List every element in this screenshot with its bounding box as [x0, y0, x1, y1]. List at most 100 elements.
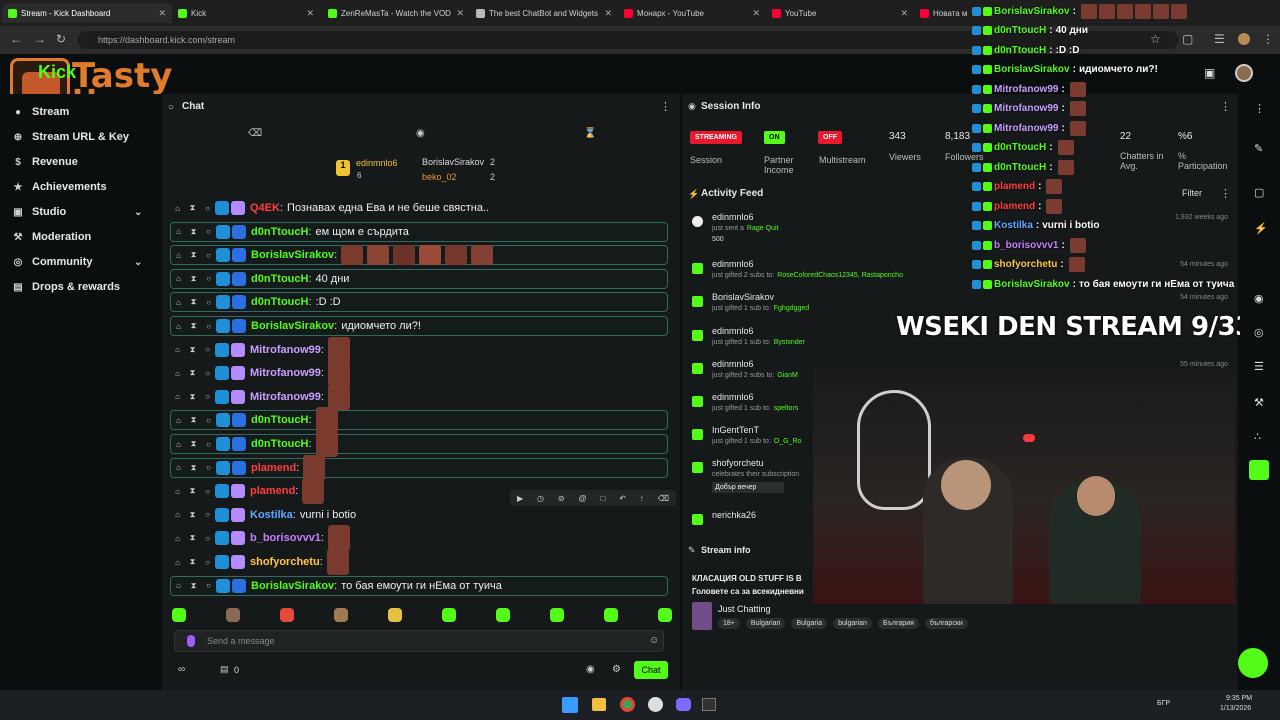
- chat-username[interactable]: Mitrofanow99: [250, 344, 321, 356]
- chat-username[interactable]: d0nTtoucH: [251, 296, 308, 308]
- stream-tag[interactable]: България: [877, 618, 919, 629]
- sidebar-item[interactable]: $ Revenue: [12, 156, 152, 168]
- tab-close-icon[interactable]: ✕: [900, 8, 908, 19]
- message-ban-icon[interactable]: ○: [200, 558, 215, 567]
- chrome-icon[interactable]: [620, 697, 635, 712]
- message-timeout-icon[interactable]: ⧗: [185, 533, 200, 543]
- activity-user[interactable]: edinmnlo6: [712, 359, 754, 369]
- message-timeout-icon[interactable]: ⧗: [186, 581, 201, 591]
- send-chat-button[interactable]: Chat: [634, 661, 668, 679]
- stream-tag[interactable]: български: [924, 618, 968, 629]
- activity-user[interactable]: BorislavSirakov: [712, 292, 774, 302]
- message-ban-icon[interactable]: ○: [201, 251, 216, 260]
- chevron-down-icon[interactable]: ⌄: [134, 207, 142, 218]
- clock-date[interactable]: 1/13/2026: [1220, 705, 1251, 712]
- message-delete-icon[interactable]: ⌂: [170, 204, 185, 213]
- tab-close-icon[interactable]: ✕: [752, 8, 760, 19]
- chat-username[interactable]: plamend: [250, 485, 295, 497]
- stream-tag[interactable]: Bulgarian: [745, 618, 786, 629]
- message-delete-icon[interactable]: ⌂: [171, 581, 186, 590]
- settings-gear-icon[interactable]: ⚙: [612, 664, 621, 675]
- message-delete-icon[interactable]: ⌂: [171, 251, 186, 260]
- chat-message[interactable]: ⌂ ⧗ ○ d0nTtoucH:: [170, 431, 668, 457]
- message-delete-icon[interactable]: ⌂: [171, 416, 186, 425]
- chat-message[interactable]: ⌂ ⧗ ○ Mitrofanow99:: [170, 360, 668, 387]
- message-delete-icon[interactable]: ⌂: [171, 298, 186, 307]
- activity-user[interactable]: edinmnlo6: [712, 326, 754, 336]
- activity-menu-icon[interactable]: ⋮: [1220, 187, 1231, 200]
- stream-tag[interactable]: bulgarian: [833, 618, 872, 629]
- quick-emote[interactable]: [226, 608, 240, 622]
- browser-tab[interactable]: Монарх - YouTube ✕: [618, 3, 766, 23]
- clock-time[interactable]: 9:35 PM: [1226, 695, 1252, 702]
- activity-user[interactable]: shofyorchetu: [712, 458, 764, 468]
- message-delete-icon[interactable]: ⌂: [170, 392, 185, 401]
- tab-close-icon[interactable]: ✕: [604, 8, 612, 19]
- rail-chat-icon[interactable]: ◉: [1254, 292, 1264, 305]
- message-delete-icon[interactable]: ⌂: [171, 227, 186, 236]
- chat-message[interactable]: ⌂ ⧗ ○ Kostilka: vurni i botio: [170, 505, 668, 525]
- rail-green-app-icon[interactable]: [1249, 460, 1269, 480]
- rail-fullscreen-icon[interactable]: ▢: [1254, 186, 1264, 199]
- message-timeout-icon[interactable]: ⧗: [186, 297, 201, 307]
- back-icon[interactable]: ←: [10, 32, 22, 46]
- activity-user[interactable]: edinmnlo6: [712, 392, 754, 402]
- message-delete-icon[interactable]: ⌂: [170, 558, 185, 567]
- quick-emote[interactable]: [550, 608, 564, 622]
- chat-message[interactable]: ⌂ ⧗ ○ BorislavSirakov: идиомчето ли?!: [170, 316, 668, 336]
- chat-message[interactable]: ⌂ ⧗ ○ d0nTtoucH::D :D: [170, 292, 668, 313]
- user-avatar[interactable]: [1235, 64, 1253, 82]
- message-input[interactable]: Send a message ☺: [174, 630, 664, 652]
- sidebar-item[interactable]: ▣ Studio ⌄: [12, 206, 152, 218]
- message-ban-icon[interactable]: ○: [200, 392, 215, 401]
- chatbot-icon[interactable]: ∞: [178, 664, 185, 675]
- chat-message[interactable]: ⌂ ⧗ ○ b_borisovvv1:: [170, 525, 668, 552]
- reload-icon[interactable]: ↻: [56, 32, 66, 46]
- menu-icon[interactable]: ⋮: [1262, 32, 1274, 46]
- message-delete-icon[interactable]: ⌂: [171, 463, 186, 472]
- comment-icon[interactable]: ◉: [416, 128, 425, 139]
- message-delete-icon[interactable]: ⌂: [171, 440, 186, 449]
- quick-emote[interactable]: [496, 608, 510, 622]
- tab-close-icon[interactable]: ✕: [158, 8, 166, 19]
- message-delete-icon[interactable]: ⌂: [171, 274, 186, 283]
- message-timeout-icon[interactable]: ⧗: [186, 321, 201, 331]
- chat-username[interactable]: shofyorchetu: [250, 556, 320, 568]
- message-ban-icon[interactable]: ○: [200, 487, 215, 496]
- chat-users-icon[interactable]: ◉: [586, 664, 595, 675]
- obs-icon[interactable]: [648, 697, 663, 712]
- message-ban-icon[interactable]: ○: [200, 369, 215, 378]
- message-timeout-icon[interactable]: ⧗: [185, 392, 200, 402]
- chat-message[interactable]: ⌂ ⧗ ○ d0nTtoucH:: [170, 407, 668, 434]
- stream-tag[interactable]: 18+: [718, 618, 740, 629]
- message-ban-icon[interactable]: ○: [201, 274, 216, 283]
- rail-pencil-icon[interactable]: ✎: [1254, 142, 1263, 155]
- chat-username[interactable]: Mitrofanow99: [250, 367, 321, 379]
- chat-username[interactable]: Mitrofanow99: [250, 391, 321, 403]
- message-ban-icon[interactable]: ○: [201, 298, 216, 307]
- message-delete-icon[interactable]: ⌂: [171, 322, 186, 331]
- rail-menu-icon[interactable]: ⋮: [1254, 102, 1265, 115]
- chat-message[interactable]: ⌂ ⧗ ○ BorislavSirakov: то бая емоути ги нЕма…: [170, 575, 668, 596]
- message-ban-icon[interactable]: ○: [200, 534, 215, 543]
- chat-username[interactable]: Q4EK: [250, 202, 280, 214]
- extensions-icon[interactable]: ▢: [1182, 32, 1193, 46]
- message-timeout-icon[interactable]: ⧗: [186, 463, 201, 473]
- chat-message[interactable]: ⌂ ⧗ ○ plamend:: [170, 478, 668, 505]
- help-button[interactable]: [1238, 648, 1268, 678]
- chat-username[interactable]: d0nTtoucH: [251, 438, 308, 450]
- discord-icon[interactable]: [676, 698, 691, 711]
- message-ban-icon[interactable]: ○: [201, 322, 216, 331]
- chat-message[interactable]: ⌂ ⧗ ○ Mitrofanow99:: [170, 336, 668, 363]
- chat-message[interactable]: ⌂ ⧗ ○ d0nTtoucH: ем щом е сърдита: [170, 221, 668, 242]
- sidebar-item[interactable]: ● Stream: [12, 106, 152, 118]
- message-timeout-icon[interactable]: ⧗: [185, 368, 200, 378]
- message-timeout-icon[interactable]: ⧗: [185, 345, 200, 355]
- chat-username[interactable]: BorislavSirakov: [251, 580, 334, 592]
- terminal-icon[interactable]: [702, 698, 716, 711]
- chat-username[interactable]: d0nTtoucH: [251, 273, 308, 285]
- session-menu-icon[interactable]: ⋮: [1220, 100, 1231, 113]
- message-delete-icon[interactable]: ⌂: [170, 534, 185, 543]
- stream-tag[interactable]: Bulgaria: [791, 618, 828, 629]
- sidebar-item[interactable]: ⚒ Moderation: [12, 231, 152, 243]
